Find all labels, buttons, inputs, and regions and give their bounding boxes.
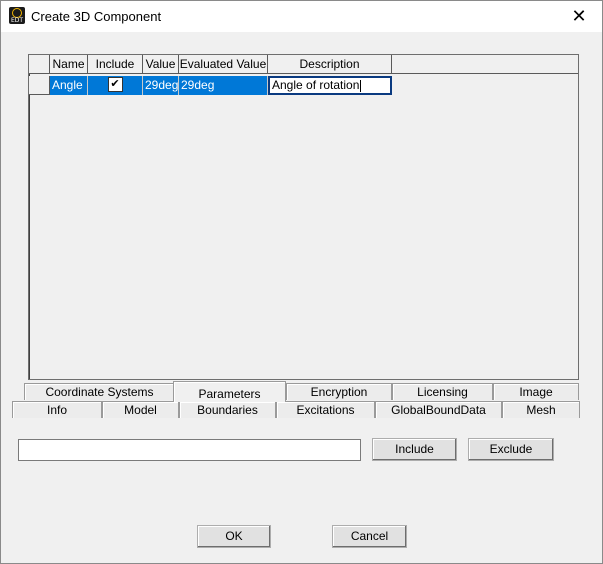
column-header-include[interactable]: Include [88,55,143,74]
tab-coordinate-systems[interactable]: Coordinate Systems [24,383,175,400]
dialog-window: EDT Create 3D Component ✕ Name Include V… [0,0,603,564]
tab-parameters[interactable]: Parameters [173,381,286,402]
include-checkbox[interactable]: ✔ [107,77,123,93]
tab-info[interactable]: Info [12,401,102,418]
app-icon-label: EDT [10,17,24,24]
row-header[interactable] [29,76,50,95]
column-header-value[interactable]: Value [143,55,179,74]
ok-button[interactable]: OK [197,525,271,548]
text-caret [360,79,362,92]
exclude-button[interactable]: Exclude [468,438,554,461]
tab-excitations[interactable]: Excitations [276,401,375,418]
tab-mesh[interactable]: Mesh [502,401,580,418]
filter-input[interactable] [18,439,361,461]
tab-licensing[interactable]: Licensing [392,383,493,400]
cell-name[interactable]: Angle [50,76,88,95]
include-button[interactable]: Include [372,438,457,461]
cell-value[interactable]: 29deg [143,76,179,95]
title-bar[interactable]: EDT Create 3D Component ✕ [1,1,602,32]
cancel-button[interactable]: Cancel [332,525,407,548]
tab-boundaries[interactable]: Boundaries [179,401,276,418]
tab-globalbounddata[interactable]: GlobalBoundData [375,401,502,418]
tab-image[interactable]: Image [493,383,579,400]
app-icon: EDT [9,7,25,24]
cell-evaluated-value[interactable]: 29deg [179,76,268,95]
column-header-name[interactable]: Name [50,55,88,74]
close-icon[interactable]: ✕ [556,1,602,32]
column-header-filler [392,55,578,74]
column-header-evaluated-value[interactable]: Evaluated Value [179,55,268,74]
description-text: Angle of rotation [272,78,360,92]
row-header-corner[interactable] [29,55,50,74]
window-title: Create 3D Component [31,9,162,24]
parameters-grid[interactable]: Name Include Value Evaluated Value Descr… [28,54,579,380]
column-header-description[interactable]: Description [268,55,392,74]
tab-encryption[interactable]: Encryption [286,383,392,400]
description-edit-field[interactable]: Angle of rotation [268,76,392,95]
tab-model[interactable]: Model [102,401,179,418]
cell-include[interactable]: ✔ [88,76,143,95]
